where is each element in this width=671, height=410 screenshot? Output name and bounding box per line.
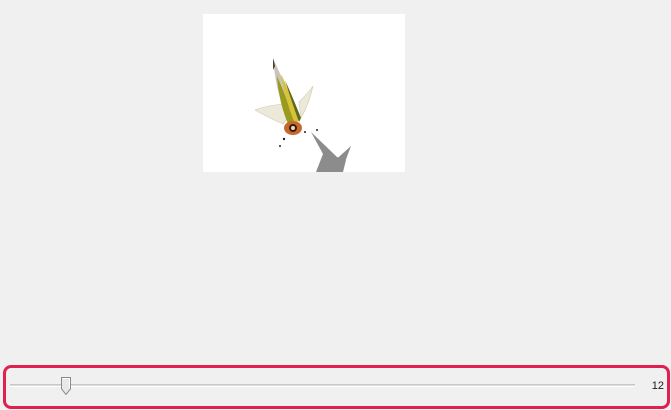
frame-slider[interactable]: 12 <box>8 371 666 401</box>
image-view <box>203 14 405 172</box>
app-window: 12 <box>0 0 671 410</box>
slider-thumb[interactable] <box>61 377 72 395</box>
insect-specimen-image <box>254 58 351 172</box>
slider-value-label: 12 <box>651 380 664 392</box>
slider-track[interactable] <box>10 384 635 387</box>
